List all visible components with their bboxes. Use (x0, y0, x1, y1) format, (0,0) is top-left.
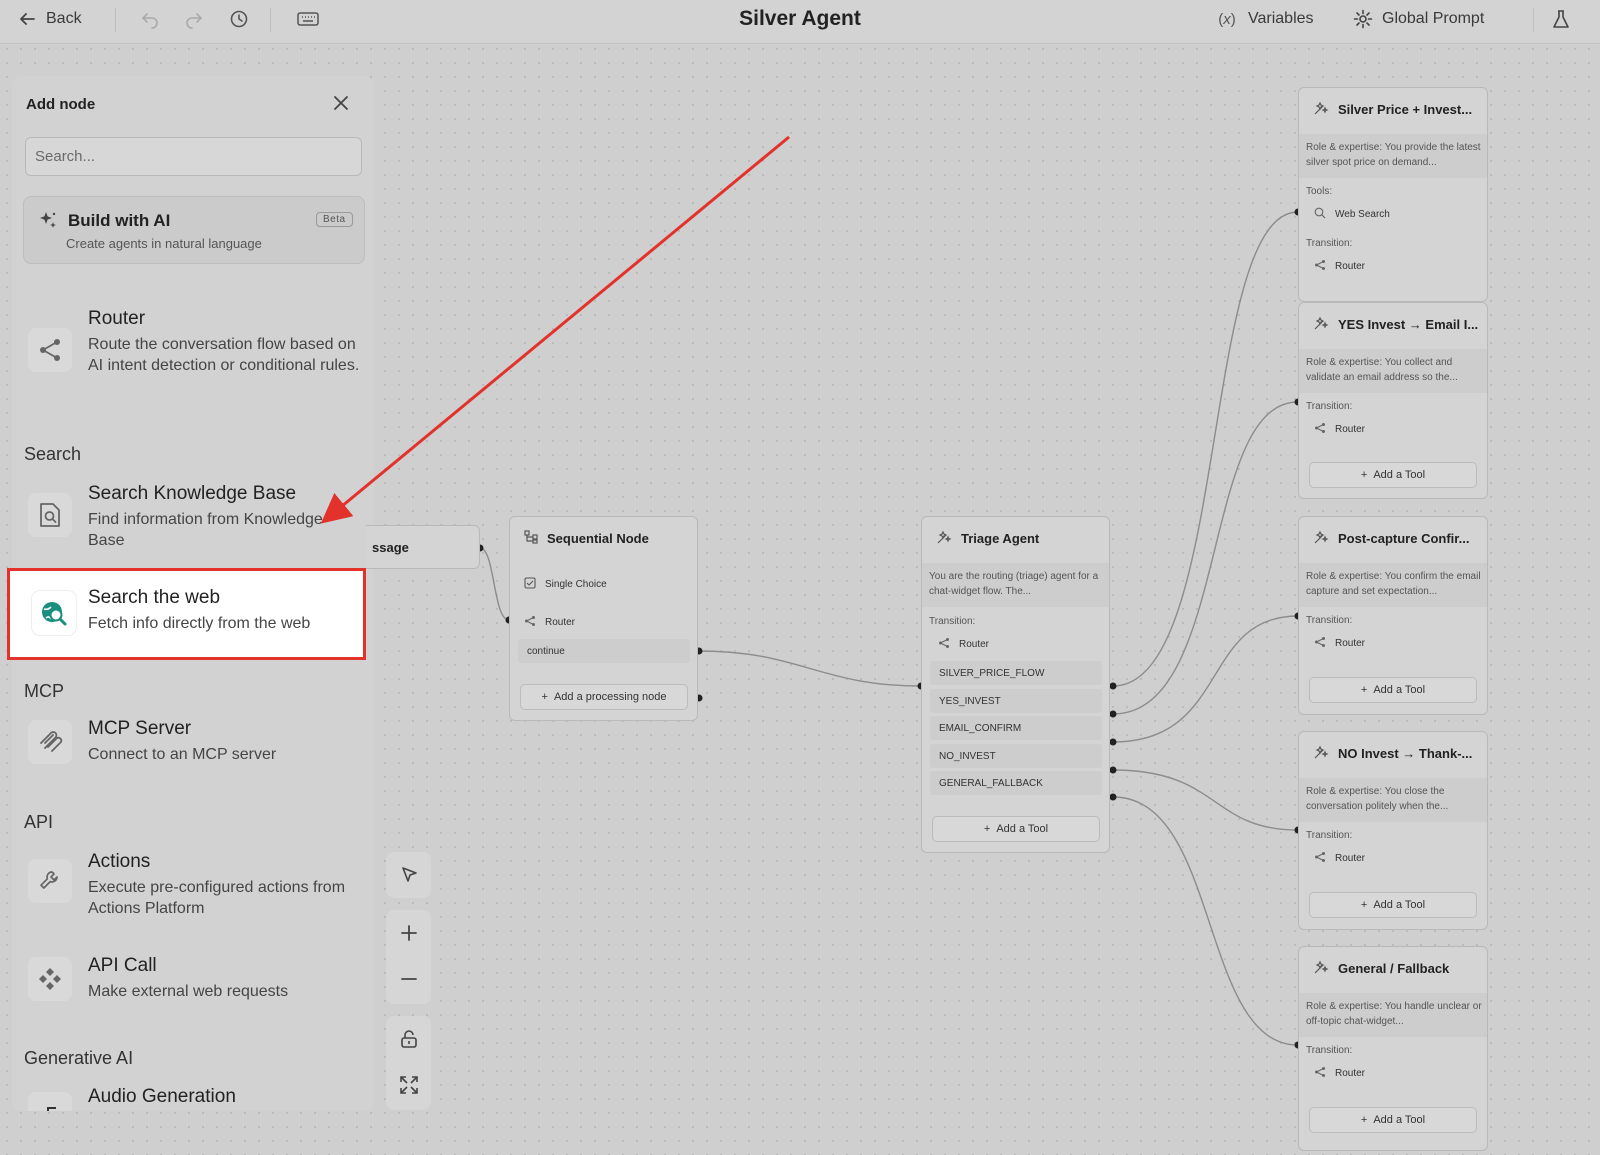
annotation-arrow (320, 135, 790, 524)
